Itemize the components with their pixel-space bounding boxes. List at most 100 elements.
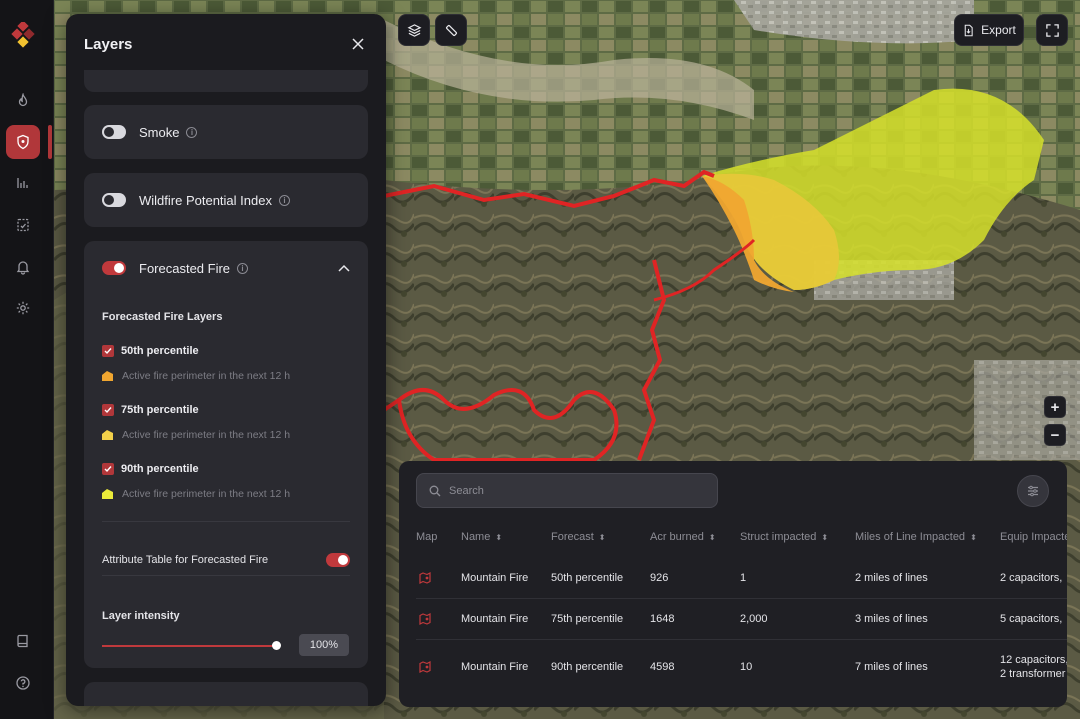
nav-help[interactable]	[0, 666, 46, 700]
percentile-90-label: 90th percentile	[121, 463, 199, 475]
intensity-slider-handle[interactable]	[272, 641, 281, 650]
attribute-table-panel: Map Name ⬍ Forecast ⬍ Acr burned ⬍ Struct i…	[399, 461, 1067, 707]
polygon-swatch-icon	[102, 489, 113, 499]
fullscreen-button[interactable]	[1036, 14, 1068, 46]
column-label: Name	[461, 531, 491, 543]
zoom-in-label: +	[1050, 398, 1060, 416]
layer-card-forecasted-fire: Forecasted Fire i Forecasted Fire Layers…	[84, 241, 368, 668]
legend-text: Active fire perimeter in the next 12 h	[122, 429, 291, 441]
percentile-75-checkbox[interactable]	[102, 404, 114, 416]
cell-miles-of-line: 7 miles of lines	[855, 661, 928, 673]
nav-reports[interactable]	[0, 208, 46, 242]
forecasted-fire-toggle[interactable]	[102, 261, 126, 275]
percentile-50-row[interactable]: 50th percentile	[102, 345, 199, 357]
cell-forecast: 75th percentile	[551, 613, 624, 625]
legend-text: Active fire perimeter in the next 12 h	[122, 488, 291, 500]
export-file-icon	[964, 24, 973, 36]
layers-icon	[407, 23, 421, 37]
zoom-in-button[interactable]: +	[1044, 396, 1066, 418]
close-panel-button[interactable]	[348, 34, 368, 54]
export-label: Export	[981, 23, 1016, 37]
percentile-90-checkbox[interactable]	[102, 463, 114, 475]
attribute-table-row: Attribute Table for Forecasted Fire	[102, 553, 350, 567]
filter-button[interactable]	[1017, 475, 1049, 507]
map-pin-icon[interactable]	[419, 661, 431, 673]
divider	[102, 575, 350, 576]
sort-icon[interactable]: ⬍	[599, 533, 606, 542]
row-divider	[416, 598, 1067, 599]
column-header-struct-impacted[interactable]: Struct impacted ⬍	[740, 531, 828, 543]
layers-panel: Layers Smoke i Wildfire Potential Index …	[66, 14, 386, 706]
map-pin-icon[interactable]	[419, 613, 431, 625]
legend-text: Active fire perimeter in the next 12 h	[122, 370, 291, 382]
column-header-miles-of-line[interactable]: Miles of Line Impacted ⬍	[855, 531, 977, 543]
cell-struct-impacted: 1	[740, 572, 747, 584]
percentile-50-label: 50th percentile	[121, 345, 199, 357]
nav-settings[interactable]	[0, 291, 46, 325]
search-input[interactable]	[449, 484, 689, 497]
export-button[interactable]: Export	[954, 14, 1024, 46]
cell-equip-impacted: 12 capacitors,	[1000, 654, 1067, 666]
check-icon	[104, 348, 112, 355]
nav-fire[interactable]	[0, 84, 46, 118]
nav-layers-shield[interactable]	[0, 125, 52, 159]
layers-toggle-button[interactable]	[398, 14, 430, 46]
cell-name: Mountain Fire	[461, 661, 529, 673]
nav-docs[interactable]	[0, 624, 46, 658]
wildfire-potential-toggle[interactable]	[102, 193, 126, 207]
column-header-equip-impacted[interactable]: Equip Impacte	[1000, 531, 1067, 543]
cell-struct-impacted: 10	[740, 661, 753, 673]
cell-acr-burned: 926	[650, 572, 669, 584]
cell-equip-impacted: 5 capacitors,	[1000, 613, 1063, 625]
percentile-90-row[interactable]: 90th percentile	[102, 463, 199, 475]
clipboard-icon	[17, 218, 29, 232]
percentile-75-row[interactable]: 75th percentile	[102, 404, 199, 416]
column-label: Equip Impacte	[1000, 531, 1067, 543]
polygon-swatch-icon	[102, 430, 113, 440]
percentile-90-legend: Active fire perimeter in the next 12 h	[102, 488, 290, 500]
bar-chart-icon	[17, 178, 28, 188]
nav-alerts[interactable]	[0, 250, 46, 284]
column-header-forecast[interactable]: Forecast ⬍	[551, 531, 606, 543]
intensity-value[interactable]: 100%	[299, 634, 349, 656]
cell-acr-burned: 4598	[650, 661, 675, 673]
left-rail	[0, 0, 54, 719]
percentile-50-checkbox[interactable]	[102, 345, 114, 357]
flame-icon	[18, 93, 28, 107]
smoke-toggle[interactable]	[102, 125, 126, 139]
app-logo[interactable]	[11, 22, 37, 50]
layer-card-wildfire-potential: Wildfire Potential Index i	[84, 173, 368, 227]
cell-struct-impacted: 2,000	[740, 613, 768, 625]
filter-sliders-icon	[1028, 485, 1038, 497]
zoom-out-button[interactable]: −	[1044, 424, 1066, 446]
column-label: Acr burned	[650, 531, 704, 543]
map-pin-icon[interactable]	[419, 572, 431, 584]
column-header-acr-burned[interactable]: Acr burned ⬍	[650, 531, 716, 543]
ruler-icon	[445, 24, 457, 36]
sort-icon[interactable]: ⬍	[970, 533, 977, 542]
check-icon	[104, 407, 112, 414]
cell-forecast: 50th percentile	[551, 572, 624, 584]
intensity-slider-track[interactable]	[102, 645, 276, 647]
forecast-layers-title: Forecasted Fire Layers	[102, 311, 223, 323]
zoom-out-label: −	[1050, 426, 1060, 444]
collapse-chevron-button[interactable]	[338, 259, 350, 277]
close-icon	[352, 38, 364, 50]
sort-icon[interactable]: ⬍	[821, 533, 828, 542]
info-icon[interactable]: i	[278, 194, 290, 206]
measure-button[interactable]	[435, 14, 467, 46]
info-icon[interactable]: i	[237, 262, 249, 274]
search-box[interactable]	[416, 473, 718, 508]
column-header-name[interactable]: Name ⬍	[461, 531, 502, 543]
search-icon	[429, 485, 441, 496]
polygon-swatch-icon	[102, 371, 113, 381]
sort-icon[interactable]: ⬍	[709, 533, 716, 542]
layer-card-next	[84, 682, 368, 706]
cell-equip-impacted: 2 capacitors,	[1000, 572, 1063, 584]
info-icon[interactable]: i	[186, 126, 198, 138]
layer-intensity-title: Layer intensity	[102, 610, 180, 622]
gear-icon	[16, 301, 30, 315]
nav-analytics[interactable]	[0, 166, 46, 200]
sort-icon[interactable]: ⬍	[495, 533, 502, 542]
attribute-table-toggle[interactable]	[326, 553, 350, 567]
